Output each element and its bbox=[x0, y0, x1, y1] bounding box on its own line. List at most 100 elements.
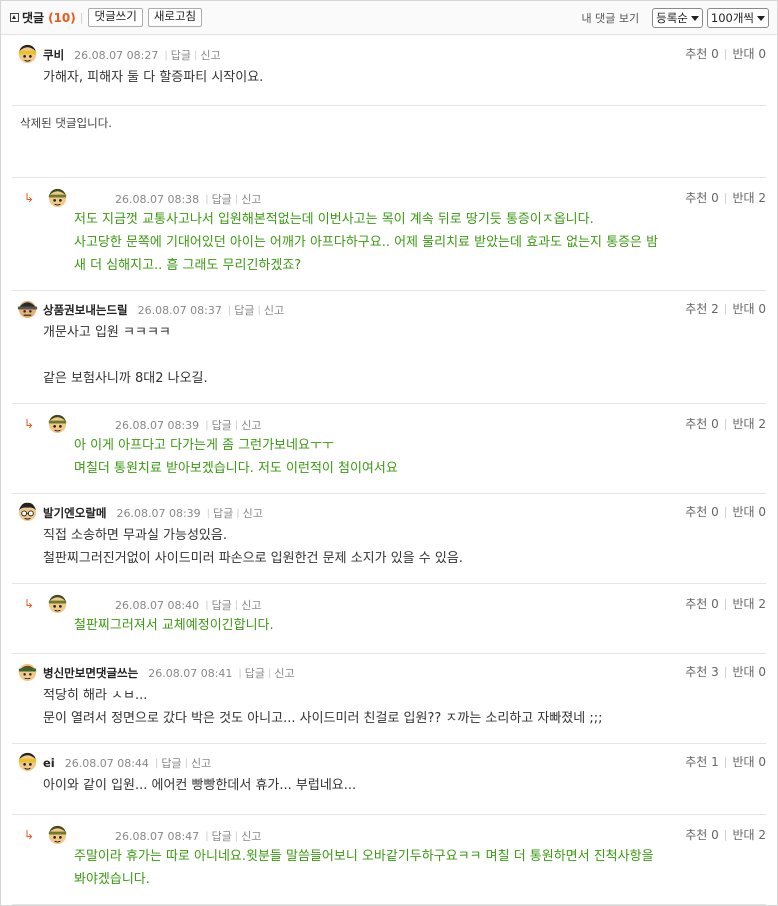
per-page-select-value: 100개씩 bbox=[710, 11, 754, 25]
comment-text-line: 문이 열려서 정면으로 갔다 박은 것도 아니고... 사이드미러 친걸로 입원… bbox=[43, 711, 603, 726]
downvote-button[interactable]: 반대 2 bbox=[732, 826, 766, 843]
avatar[interactable] bbox=[16, 660, 39, 683]
divider: | bbox=[723, 505, 728, 518]
author-nickname[interactable]: ei bbox=[43, 756, 55, 770]
refresh-button[interactable]: 새로고침 bbox=[147, 8, 203, 27]
author-nickname[interactable]: 쿠비 bbox=[43, 47, 64, 63]
divider: | bbox=[205, 599, 209, 611]
downvote-button[interactable]: 반대 0 bbox=[732, 663, 766, 680]
reply-link[interactable]: 답글 bbox=[171, 47, 191, 63]
divider: | bbox=[723, 665, 728, 678]
comment-body: 가해자, 피해자 둘 다 할증파티 시작이요. bbox=[43, 66, 743, 89]
divider: | bbox=[234, 419, 239, 431]
divider: | bbox=[723, 755, 728, 768]
downvote-button[interactable]: 반대 2 bbox=[732, 595, 766, 612]
upvote-button[interactable]: 추천 0 bbox=[685, 826, 719, 843]
comment-item: 병신만보면댓글쓰는 26.08.07 08:41 | 답글 | 신고 추천 3 | 반대 0 적당… bbox=[12, 653, 766, 744]
avatar[interactable] bbox=[16, 42, 39, 65]
divider: | bbox=[206, 507, 211, 519]
downvote-button[interactable]: 반대 0 bbox=[732, 45, 766, 62]
reply-link[interactable]: 답글 bbox=[161, 755, 181, 771]
per-page-select[interactable]: 100개씩 bbox=[706, 8, 769, 28]
reply-link[interactable]: 답글 bbox=[212, 597, 232, 613]
report-link[interactable]: 신고 bbox=[243, 505, 263, 521]
write-comment-button[interactable]: 댓글쓰기 bbox=[88, 8, 143, 27]
avatar[interactable] bbox=[46, 823, 69, 846]
avatar[interactable] bbox=[16, 500, 39, 523]
comment-text-line: 봐야겠습니다. bbox=[74, 872, 150, 887]
deleted-comment-text: 삭제된 댓글입니다. bbox=[20, 116, 112, 130]
report-link[interactable]: 신고 bbox=[241, 417, 261, 433]
reply-item: ↳ 26.08.07 08:39 | 답글 | 신고 추천 0 | 반대 2아 이게 아프다고 … bbox=[12, 403, 766, 494]
comment-item: 쿠비 26.08.07 08:27 | 답글 | 신고 추천 0 | 반대 0 가해자, 피해자 … bbox=[12, 35, 766, 106]
author-nickname[interactable]: 발기엔오랄메 bbox=[43, 505, 106, 521]
avatar[interactable] bbox=[46, 412, 69, 435]
comment-timestamp: 26.08.07 08:40 bbox=[115, 598, 200, 612]
sort-select-value: 등록순 bbox=[656, 11, 688, 25]
downvote-button[interactable]: 반대 2 bbox=[732, 189, 766, 206]
divider: | bbox=[234, 599, 239, 611]
vote-counts: 추천 2 | 반대 0 bbox=[685, 300, 766, 317]
divider: | bbox=[205, 830, 209, 842]
comment-body: 아이와 같이 입원... 에어컨 빵빵한데서 휴가... 부럽네요... bbox=[43, 774, 743, 797]
report-link[interactable]: 신고 bbox=[241, 191, 261, 207]
upvote-button[interactable]: 추천 0 bbox=[685, 45, 719, 62]
report-link[interactable]: 신고 bbox=[274, 665, 294, 681]
upvote-button[interactable]: 추천 0 bbox=[685, 503, 719, 520]
comment-timestamp: 26.08.07 08:39 bbox=[116, 506, 201, 520]
divider: | bbox=[193, 49, 198, 61]
vote-counts: 추천 0 | 반대 0 bbox=[685, 45, 766, 62]
reply-link[interactable]: 답글 bbox=[212, 828, 232, 844]
comment-timestamp: 26.08.07 08:27 bbox=[74, 48, 159, 62]
upvote-button[interactable]: 추천 0 bbox=[685, 415, 719, 432]
author-nickname[interactable]: 상품권보내는드릴 bbox=[43, 302, 128, 318]
report-link[interactable]: 신고 bbox=[241, 828, 261, 844]
vote-counts: 추천 0 | 반대 0 bbox=[685, 503, 766, 520]
downvote-button[interactable]: 반대 0 bbox=[732, 753, 766, 770]
avatar[interactable] bbox=[16, 750, 39, 773]
downvote-button[interactable]: 반대 2 bbox=[732, 415, 766, 432]
divider: | bbox=[268, 667, 272, 679]
avatar[interactable] bbox=[46, 186, 69, 209]
reply-link[interactable]: 답글 bbox=[245, 665, 265, 681]
comment-timestamp: 26.08.07 08:37 bbox=[137, 303, 222, 317]
comment-body: 적당히 해라 ㅅㅂ... 문이 열려서 정면으로 갔다 박은 것도 아니고... … bbox=[43, 684, 743, 730]
reply-link[interactable]: 답글 bbox=[212, 417, 232, 433]
comment-meta: 26.08.07 08:39 | 답글 | 신고 bbox=[115, 417, 261, 433]
avatar[interactable] bbox=[16, 297, 39, 320]
upvote-button[interactable]: 추천 2 bbox=[685, 300, 719, 317]
report-link[interactable]: 신고 bbox=[191, 755, 211, 771]
vote-counts: 추천 0 | 반대 2 bbox=[685, 595, 766, 612]
comment-body: 직접 소송하면 무과실 가능성있음. 철판찌그러진거없이 사이드미러 파손으로 입… bbox=[43, 524, 743, 570]
divider: | bbox=[234, 193, 239, 205]
collapse-icon[interactable] bbox=[10, 13, 19, 22]
comment-text-line: 직접 소송하면 무과실 가능성있음. bbox=[43, 528, 227, 543]
reply-arrow-icon: ↳ bbox=[24, 828, 35, 842]
my-comments-link[interactable]: 내 댓글 보기 bbox=[582, 10, 640, 26]
downvote-button[interactable]: 반대 0 bbox=[732, 503, 766, 520]
author-nickname[interactable]: 병신만보면댓글쓰는 bbox=[43, 665, 138, 681]
divider: | bbox=[154, 757, 159, 769]
upvote-button[interactable]: 추천 3 bbox=[685, 663, 719, 680]
divider: | bbox=[234, 830, 239, 842]
comment-timestamp: 26.08.07 08:39 bbox=[115, 418, 200, 432]
reply-link[interactable]: 답글 bbox=[213, 505, 233, 521]
sort-select[interactable]: 등록순 bbox=[652, 8, 703, 28]
comment-timestamp: 26.08.07 08:47 bbox=[115, 829, 200, 843]
divider: | bbox=[238, 667, 242, 679]
report-link[interactable]: 신고 bbox=[241, 597, 261, 613]
reply-link[interactable]: 답글 bbox=[212, 191, 232, 207]
avatar[interactable] bbox=[46, 592, 69, 615]
report-link[interactable]: 신고 bbox=[200, 47, 220, 63]
upvote-button[interactable]: 추천 0 bbox=[685, 189, 719, 206]
report-link[interactable]: 신고 bbox=[264, 302, 284, 318]
comment-meta: 상품권보내는드릴 26.08.07 08:37 | 답글 | 신고 bbox=[43, 302, 284, 318]
comment-meta: 병신만보면댓글쓰는 26.08.07 08:41 | 답글 | 신고 bbox=[43, 665, 295, 681]
comment-meta: 쿠비 26.08.07 08:27 | 답글 | 신고 bbox=[43, 47, 221, 63]
downvote-button[interactable]: 반대 0 bbox=[732, 300, 766, 317]
reply-arrow-icon: ↳ bbox=[24, 417, 35, 431]
reply-link[interactable]: 답글 bbox=[234, 302, 254, 318]
comment-body: 개문사고 입원 ㅋㅋㅋㅋ 같은 보험사니까 8대2 나오길. bbox=[43, 321, 743, 390]
upvote-button[interactable]: 추천 1 bbox=[685, 753, 719, 770]
upvote-button[interactable]: 추천 0 bbox=[685, 595, 719, 612]
